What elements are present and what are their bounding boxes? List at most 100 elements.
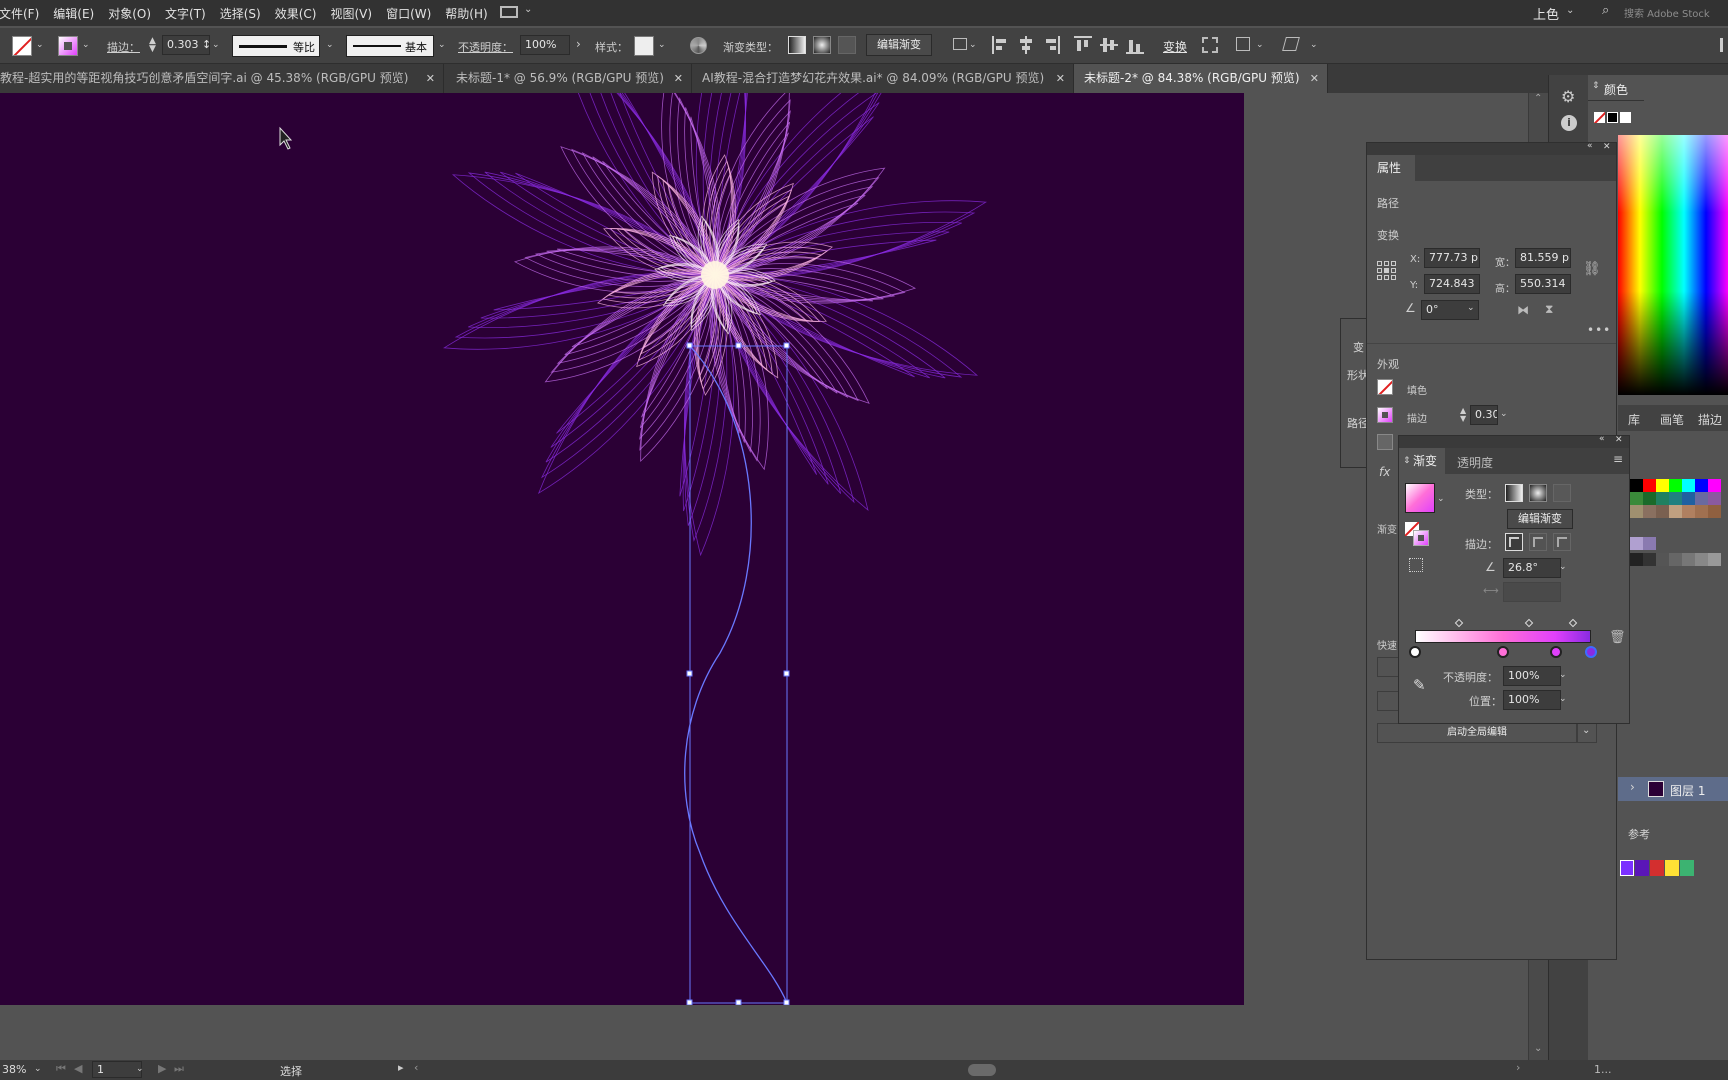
tab-stroke[interactable]: 描边 bbox=[1698, 411, 1722, 428]
artboard-canvas[interactable] bbox=[0, 93, 1244, 1005]
graphic-style-swatch[interactable] bbox=[634, 36, 654, 56]
stroke-gradient-along[interactable] bbox=[1529, 533, 1547, 551]
swatch[interactable] bbox=[1669, 492, 1682, 505]
midpoint-diamond[interactable] bbox=[1569, 618, 1578, 628]
chevron-down-icon[interactable]: ⌄ bbox=[1559, 562, 1567, 572]
info-icon[interactable]: i bbox=[1561, 115, 1577, 131]
swatch[interactable] bbox=[1708, 553, 1721, 566]
radial-gradient-button[interactable] bbox=[1529, 484, 1547, 502]
stroke-gradient-swatch[interactable] bbox=[1377, 407, 1393, 423]
stem-path[interactable] bbox=[684, 345, 788, 1004]
align-left-icon[interactable] bbox=[992, 36, 1008, 54]
flip-vertical-icon[interactable]: ⧗ bbox=[1545, 302, 1553, 317]
flip-horizontal-icon[interactable]: ⧓ bbox=[1517, 303, 1529, 317]
puppet-warp-icon[interactable] bbox=[1282, 37, 1300, 51]
chevron-down-icon[interactable]: ⌄ bbox=[1559, 694, 1567, 704]
isolate-icon[interactable] bbox=[1202, 37, 1218, 53]
align-vcenter-icon[interactable] bbox=[1100, 36, 1118, 54]
gradient-stop[interactable] bbox=[1409, 646, 1421, 658]
workspace-switcher[interactable]: 上色 bbox=[1533, 4, 1559, 23]
chevron-down-icon[interactable]: ⌄ bbox=[438, 40, 446, 50]
swatch[interactable] bbox=[1695, 505, 1708, 518]
constrain-proportions-icon[interactable]: ⛓ bbox=[1583, 261, 1601, 277]
gear-icon[interactable]: ⚙ bbox=[1561, 87, 1575, 106]
chevron-down-icon[interactable]: ⌄ bbox=[82, 40, 90, 50]
gradient-stop[interactable] bbox=[1585, 646, 1597, 658]
opacity-field[interactable]: 100% bbox=[520, 35, 570, 55]
tab-gradient[interactable]: ⇕ 渐变 bbox=[1399, 448, 1445, 474]
brush-definition[interactable]: 基本 bbox=[346, 35, 434, 57]
menu-view[interactable]: 视图(V) bbox=[323, 5, 379, 22]
menu-file[interactable]: 文件(F) bbox=[0, 5, 46, 22]
stop-position-field[interactable]: 100% bbox=[1503, 690, 1561, 710]
menu-object[interactable]: 对象(O) bbox=[101, 5, 158, 22]
chevron-right-icon[interactable]: › bbox=[1516, 1061, 1520, 1074]
arrange-documents-icon[interactable] bbox=[500, 6, 518, 18]
swatch[interactable] bbox=[1669, 479, 1682, 492]
swatch[interactable] bbox=[1708, 492, 1721, 505]
stroke-gradient-within[interactable] bbox=[1505, 533, 1523, 551]
global-edit-options[interactable]: ⌄ bbox=[1577, 723, 1597, 743]
reference-tab[interactable]: 参考 bbox=[1618, 820, 1670, 846]
swatch-grid[interactable] bbox=[1630, 479, 1728, 566]
radial-gradient-button[interactable] bbox=[813, 36, 831, 54]
stepper-icon[interactable]: ▲ ▼ bbox=[1460, 407, 1466, 423]
swatch[interactable] bbox=[1656, 492, 1669, 505]
color-panel-tab[interactable]: ⇕ 颜色 bbox=[1588, 75, 1644, 101]
chevron-down-icon[interactable]: ⌄ bbox=[658, 40, 666, 50]
opacity-icon[interactable] bbox=[1377, 434, 1393, 450]
tab-doc-4[interactable]: 未标题-2* @ 84.38% (RGB/GPU 预览) ✕ bbox=[1074, 64, 1328, 93]
select-similar-icon[interactable] bbox=[1236, 37, 1250, 51]
gradient-ramp[interactable] bbox=[1415, 630, 1591, 643]
fill-none-swatch[interactable] bbox=[12, 36, 32, 56]
gradient-slider[interactable] bbox=[1409, 618, 1597, 664]
panel-menu-icon[interactable]: ≡ bbox=[1613, 452, 1623, 466]
properties-tab[interactable]: 属性 bbox=[1367, 155, 1415, 181]
recolor-artwork-icon[interactable] bbox=[690, 37, 707, 54]
variable-width-profile[interactable]: 等比 bbox=[232, 35, 320, 57]
white-swatch[interactable] bbox=[1620, 112, 1631, 123]
stroke-weight-field[interactable]: 0.303 bbox=[1470, 405, 1498, 425]
swatch[interactable] bbox=[1643, 505, 1656, 518]
align-hcenter-icon[interactable] bbox=[1018, 36, 1034, 54]
chevron-down-icon[interactable]: ⌄ bbox=[326, 40, 334, 50]
gradient-stop[interactable] bbox=[1497, 646, 1509, 658]
color-spectrum[interactable] bbox=[1618, 135, 1728, 395]
layers-row[interactable]: › 图层 1 bbox=[1618, 777, 1728, 801]
menu-effect[interactable]: 效果(C) bbox=[268, 5, 324, 22]
close-icon[interactable]: ✕ bbox=[1310, 64, 1319, 93]
eyedropper-icon[interactable]: ✎ bbox=[1413, 676, 1426, 694]
tab-transparency[interactable]: 透明度 bbox=[1457, 454, 1493, 471]
global-edit-button[interactable]: 启动全局编辑 bbox=[1377, 723, 1577, 743]
chevron-right-icon[interactable]: › bbox=[576, 37, 581, 51]
height-field[interactable]: 550.314 bbox=[1515, 274, 1571, 294]
tab-brushes[interactable]: 画笔 bbox=[1660, 411, 1684, 428]
gradient-stop[interactable] bbox=[1549, 646, 1562, 658]
menu-edit[interactable]: 编辑(E) bbox=[46, 5, 101, 22]
chevron-down-icon[interactable]: ⌄ bbox=[1437, 494, 1445, 504]
swatch[interactable] bbox=[1630, 492, 1643, 505]
align-top-icon[interactable] bbox=[1074, 36, 1092, 54]
tab-library[interactable]: 库 bbox=[1628, 411, 1640, 428]
swatch[interactable] bbox=[1643, 479, 1656, 492]
tab-doc-2[interactable]: 未标题-1* @ 56.9% (RGB/GPU 预览) ✕ bbox=[444, 64, 692, 93]
zoom-level[interactable]: 38% bbox=[2, 1063, 26, 1076]
menu-type[interactable]: 文字(T) bbox=[158, 5, 213, 22]
last-artboard-icon[interactable]: ⏭ bbox=[174, 1062, 184, 1076]
chevron-down-icon[interactable]: ⌄ bbox=[34, 1064, 42, 1074]
prev-artboard-icon[interactable]: ◀ bbox=[74, 1062, 82, 1075]
edit-gradient-button[interactable]: 编辑渐变 bbox=[866, 34, 932, 56]
width-field[interactable]: 81.559 p bbox=[1515, 248, 1571, 268]
stock-search-input[interactable]: 搜索 Adobe Stock bbox=[1624, 5, 1710, 20]
freeform-gradient-button[interactable] bbox=[1553, 484, 1571, 502]
stroke-gradient-across[interactable] bbox=[1553, 533, 1571, 551]
chevron-down-icon[interactable]: ⌄ bbox=[1256, 40, 1264, 50]
swatch[interactable] bbox=[1656, 553, 1669, 566]
next-artboard-icon[interactable]: ▶ bbox=[158, 1062, 166, 1075]
swatch[interactable] bbox=[1682, 505, 1695, 518]
first-artboard-icon[interactable]: ⏮ bbox=[56, 1062, 66, 1076]
stroke-gradient-swatch[interactable] bbox=[1413, 530, 1429, 546]
swatch[interactable] bbox=[1643, 537, 1656, 550]
swatch[interactable] bbox=[1708, 505, 1721, 518]
reverse-gradient-icon[interactable] bbox=[1409, 558, 1423, 572]
